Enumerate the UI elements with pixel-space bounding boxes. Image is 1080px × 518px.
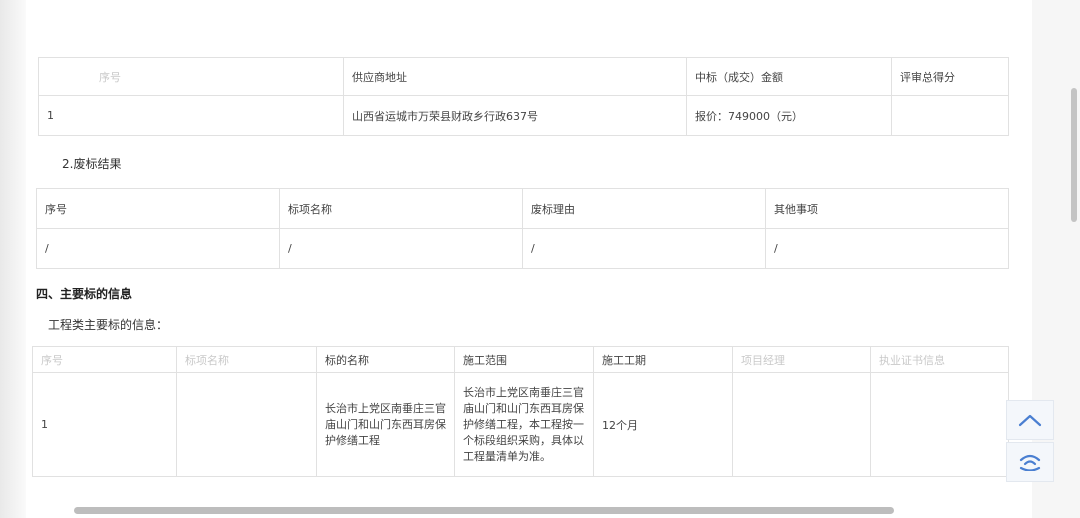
cell-construction-scope: 长治市上党区南垂庄三官庙山门和山门东西耳房保护修缮工程，本工程按一个标段组织采购… — [454, 372, 594, 477]
column-header-index: 序号 — [36, 188, 280, 229]
cell-total-score — [891, 95, 1009, 136]
cell-license-info — [870, 372, 1009, 477]
document-page: 序号 供应商地址 中标（成交）金额 评审总得分 1 山西省运城市万荣县财政乡行政… — [26, 0, 1032, 518]
customer-service-button[interactable] — [1006, 442, 1054, 482]
engineering-subtitle: 工程类主要标的信息： — [48, 318, 169, 332]
cell-index: / — [36, 228, 280, 269]
section-main-subject-title: 四、主要标的信息 — [36, 287, 133, 301]
cell-subject-name: 长治市上党区南垂庄三官庙山门和山门东西耳房保护修缮工程 — [316, 372, 455, 477]
column-header-lot-name: 标项名称 — [176, 346, 317, 373]
cell-construction-period: 12个月 — [593, 372, 733, 477]
column-header-supplier-address: 供应商地址 — [343, 57, 687, 96]
cell-index: 1 — [32, 372, 177, 477]
column-header-lot-name: 标项名称 — [279, 188, 523, 229]
column-header-license-info: 执业证书信息 — [870, 346, 1009, 373]
cell-supplier-address: 山西省运城市万荣县财政乡行政637号 — [343, 95, 687, 136]
column-header-index: 序号 — [32, 346, 177, 373]
table-row: 1 长治市上党区南垂庄三官庙山门和山门东西耳房保护修缮工程 长治市上党区南垂庄三… — [32, 372, 1009, 477]
chevron-up-icon — [1018, 414, 1042, 427]
cell-index: 1 — [38, 95, 344, 136]
horizontal-scrollbar[interactable] — [74, 507, 894, 514]
signal-icon — [1019, 454, 1041, 471]
cell-other-matters: / — [765, 228, 1009, 269]
back-to-top-button[interactable] — [1006, 400, 1054, 440]
table-row: / / / / — [36, 228, 1009, 269]
winning-bidder-table: 序号 供应商地址 中标（成交）金额 评审总得分 1 山西省运城市万荣县财政乡行政… — [38, 57, 1009, 136]
cell-invalid-reason: / — [522, 228, 766, 269]
table-row: 1 山西省运城市万荣县财政乡行政637号 报价：749000（元） — [38, 95, 1009, 136]
column-header-other-matters: 其他事项 — [765, 188, 1009, 229]
column-header-invalid-reason: 废标理由 — [522, 188, 766, 229]
table-header-row: 序号 标项名称 废标理由 其他事项 — [36, 188, 1009, 229]
column-header-project-manager: 项目经理 — [732, 346, 871, 373]
left-shadow — [0, 0, 26, 518]
cell-bid-amount: 报价：749000（元） — [686, 95, 892, 136]
table-header-row: 序号 供应商地址 中标（成交）金额 评审总得分 — [38, 57, 1009, 96]
column-header-subject-name: 标的名称 — [316, 346, 455, 373]
cell-project-manager — [732, 372, 871, 477]
invalid-bid-table: 序号 标项名称 废标理由 其他事项 / / / / — [36, 188, 1009, 269]
column-header-bid-amount: 中标（成交）金额 — [686, 57, 892, 96]
cell-lot-name — [176, 372, 317, 477]
table-header-row: 序号 标项名称 标的名称 施工范围 施工工期 项目经理 执业证书信息 — [32, 346, 1009, 373]
column-header-construction-period: 施工工期 — [593, 346, 733, 373]
vertical-scrollbar[interactable] — [1071, 88, 1077, 222]
section-invalid-bid-title: 2.废标结果 — [62, 157, 122, 171]
column-header-total-score: 评审总得分 — [891, 57, 1009, 96]
main-subject-table: 序号 标项名称 标的名称 施工范围 施工工期 项目经理 执业证书信息 1 长治市… — [32, 346, 1009, 477]
right-gutter — [1032, 0, 1080, 518]
column-header-index: 序号 — [38, 57, 344, 96]
column-header-construction-scope: 施工范围 — [454, 346, 594, 373]
cell-lot-name: / — [279, 228, 523, 269]
